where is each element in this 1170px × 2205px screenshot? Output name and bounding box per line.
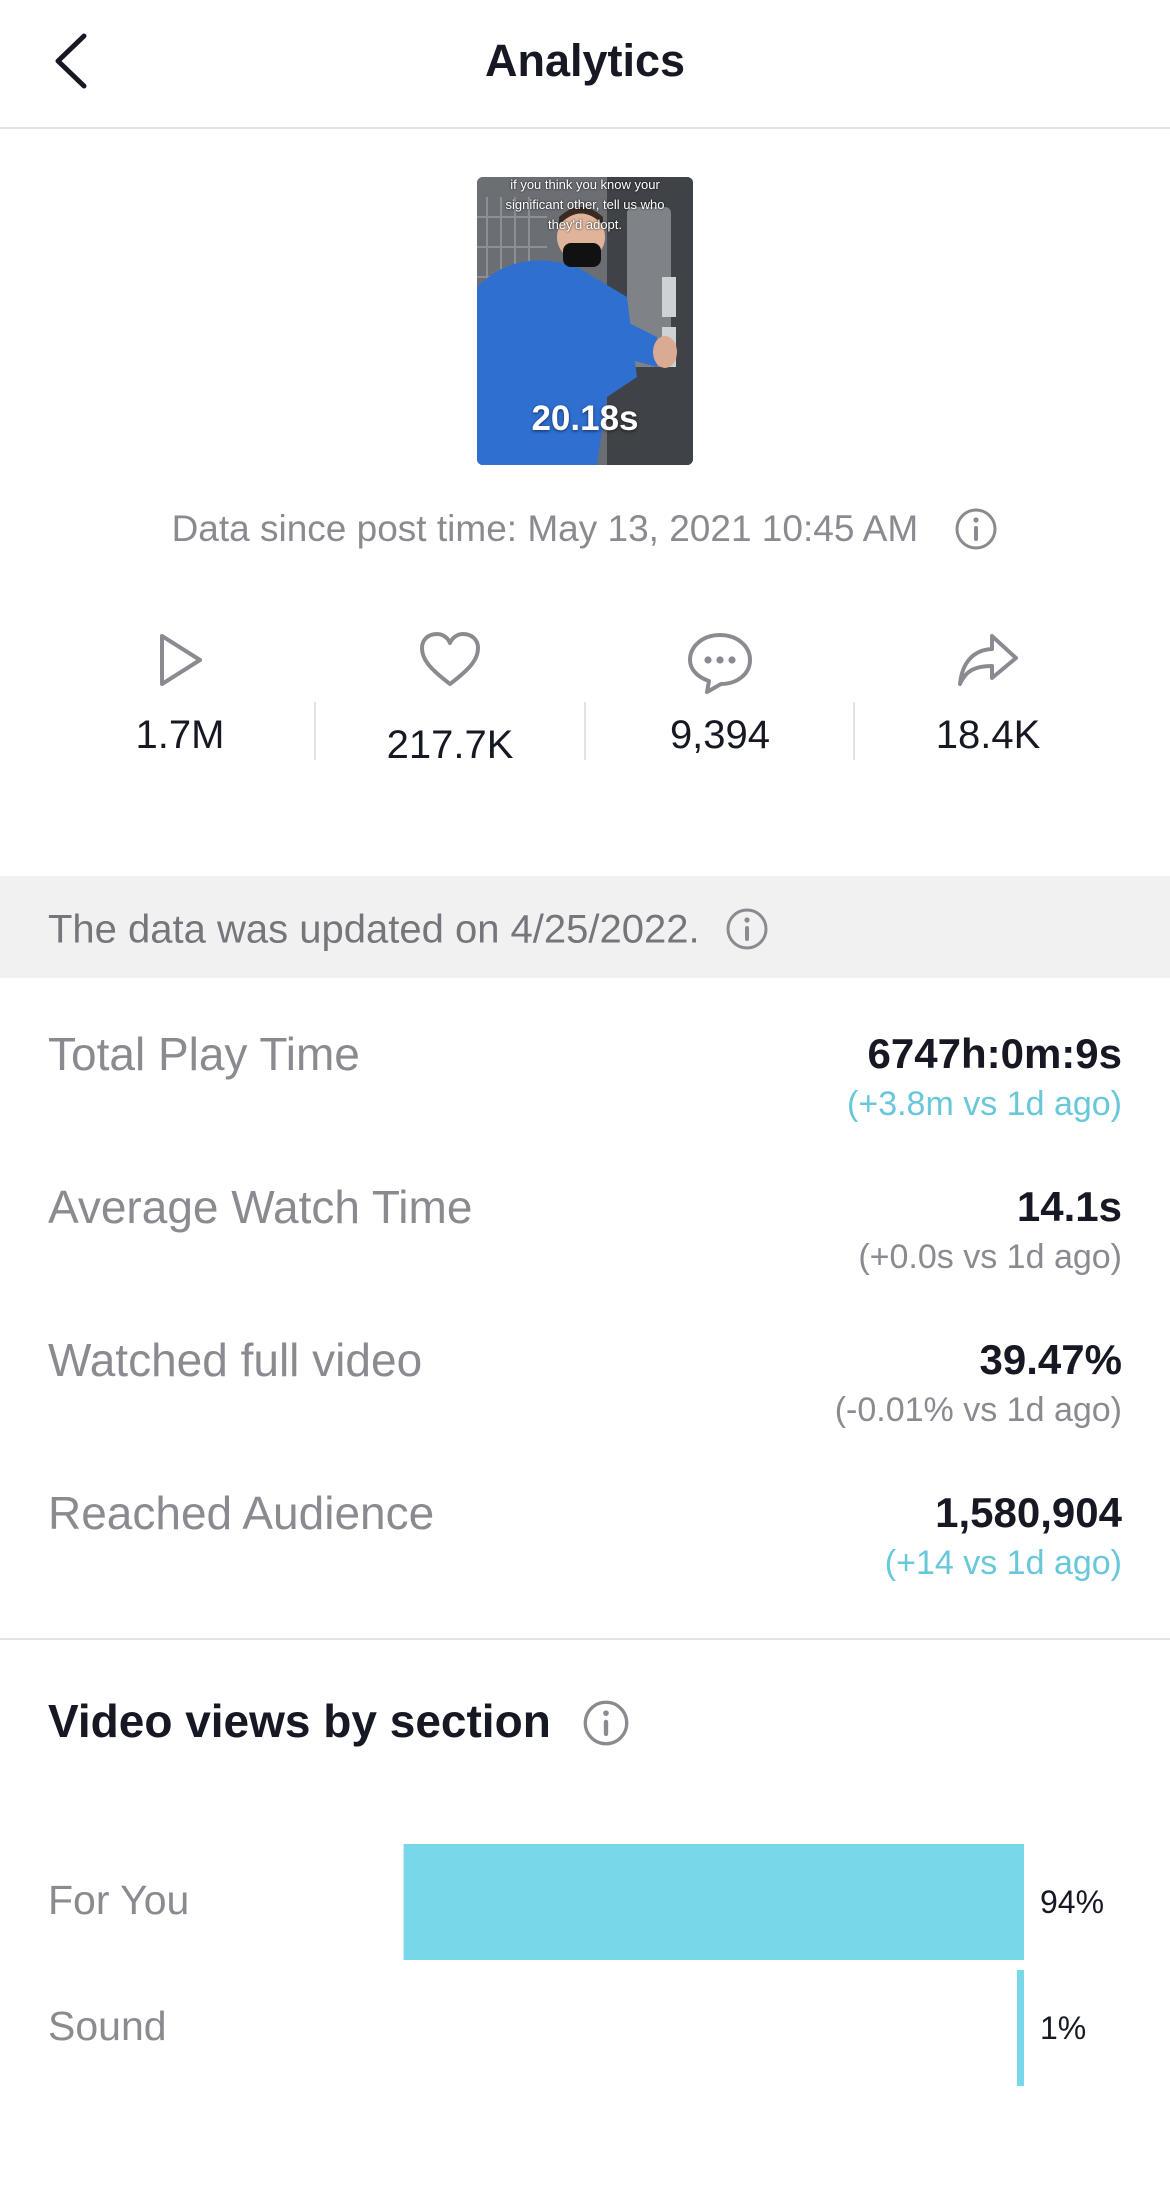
chart-value-label: 94% <box>1040 1884 1105 1920</box>
chart-value-label: 1% <box>1040 2010 1087 2046</box>
views-by-section-chart <box>403 1844 1025 2086</box>
chart-bar-sound <box>1017 1970 1024 2086</box>
chart-bar-for-you <box>403 1844 1025 1960</box>
